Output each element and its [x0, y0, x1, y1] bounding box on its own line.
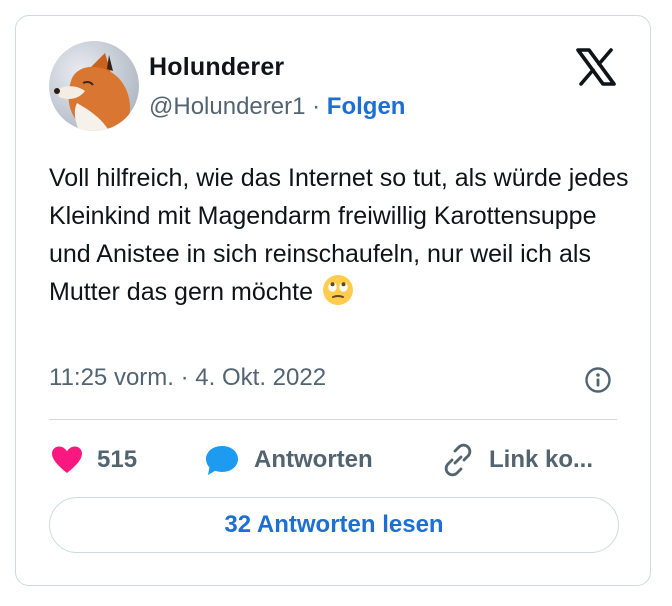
info-icon[interactable] — [584, 366, 612, 394]
action-bar: 515 Antworten Link ko... — [49, 440, 629, 480]
timestamp-row: 11:25 vorm. · 4. Okt. 2022 — [49, 364, 326, 392]
author-display-name[interactable]: Holunderer — [149, 53, 284, 82]
follow-link[interactable]: Folgen — [327, 93, 406, 120]
avatar[interactable] — [49, 41, 139, 131]
date-separator: · — [180, 364, 189, 391]
x-logo-icon[interactable] — [576, 48, 616, 86]
read-replies-button[interactable]: 32 Antworten lesen — [49, 497, 619, 553]
like-count: 515 — [97, 446, 138, 473]
tweet-embed-card: Holunderer @Holunderer1 · Folgen Voll hi… — [15, 15, 651, 586]
link-icon — [444, 443, 472, 477]
author-handle[interactable]: @Holunderer1 — [149, 93, 305, 120]
reply-label: Antworten — [254, 446, 373, 473]
tweet-text: Voll hilfreich, wie das Internet so tut,… — [49, 159, 629, 311]
divider — [49, 419, 617, 420]
reply-bubble-icon — [206, 446, 238, 475]
like-button[interactable]: 515 — [51, 440, 137, 480]
reply-button[interactable]: Antworten — [204, 440, 373, 480]
read-replies-label: 32 Antworten lesen — [224, 511, 444, 538]
rolling-eyes-emoji-icon — [322, 274, 354, 306]
handle-separator: · — [312, 93, 321, 120]
copy-link-label: Link ko... — [489, 446, 594, 473]
copy-link-button[interactable]: Link ko... — [441, 440, 593, 480]
tweet-time[interactable]: 11:25 vorm. — [49, 364, 174, 391]
author-handle-row: @Holunderer1 · Folgen — [149, 93, 405, 121]
heart-icon — [52, 446, 82, 473]
tweet-date[interactable]: 4. Okt. 2022 — [195, 364, 326, 391]
